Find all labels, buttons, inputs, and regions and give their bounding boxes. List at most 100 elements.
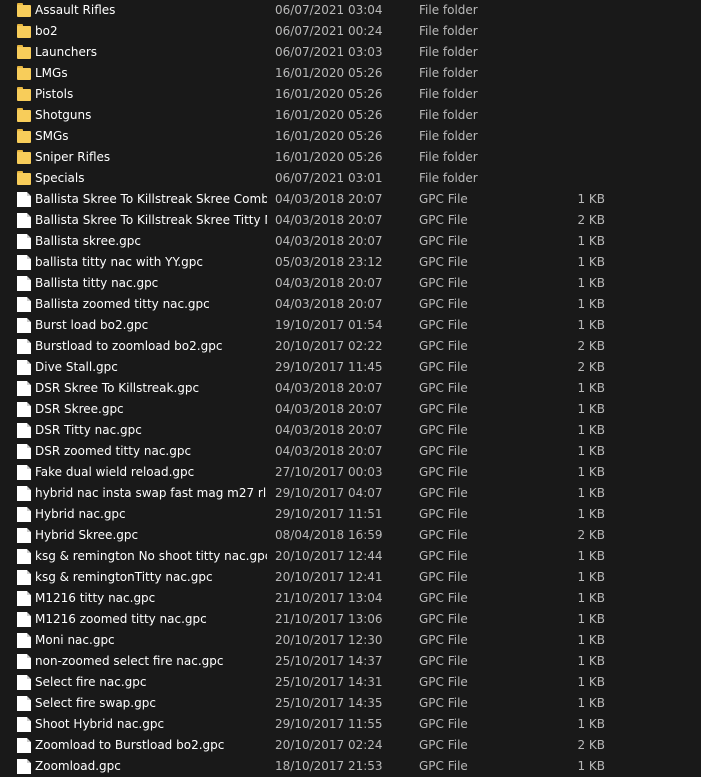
item-size: 1 KB	[577, 612, 605, 626]
item-date-modified: 04/03/2018 20:07	[275, 381, 383, 395]
item-name: Sniper Rifles	[35, 150, 111, 164]
file-row[interactable]: Burst load bo2.gpc 19/10/2017 01:54 GPC Fi…	[0, 315, 701, 336]
item-name: Specials	[35, 171, 85, 185]
item-size: 2 KB	[577, 360, 605, 374]
file-icon	[17, 549, 31, 564]
item-type: File folder	[419, 66, 478, 80]
folder-row[interactable]: SMGs 16/01/2020 05:26 File folder	[0, 126, 701, 147]
file-icon	[17, 738, 31, 753]
item-date-modified: 16/01/2020 05:26	[275, 66, 383, 80]
item-size: 1 KB	[577, 717, 605, 731]
item-date-modified: 08/04/2018 16:59	[275, 528, 383, 542]
folder-row[interactable]: Specials 06/07/2021 03:01 File folder	[0, 168, 701, 189]
file-row[interactable]: DSR Titty nac.gpc 04/03/2018 20:07 GPC Fil…	[0, 420, 701, 441]
file-row[interactable]: non-zoomed select fire nac.gpc 25/10/2017…	[0, 651, 701, 672]
file-icon	[17, 318, 31, 333]
item-type: GPC File	[419, 192, 468, 206]
folder-row[interactable]: bo2 06/07/2021 00:24 File folder	[0, 21, 701, 42]
item-type: GPC File	[419, 738, 468, 752]
file-row[interactable]: Select fire swap.gpc 25/10/2017 14:35 GPC …	[0, 693, 701, 714]
item-name: Ballista skree.gpc	[35, 234, 141, 248]
file-row[interactable]: Dive Stall.gpc 29/10/2017 11:45 GPC File 2 …	[0, 357, 701, 378]
folder-row[interactable]: Pistols 16/01/2020 05:26 File folder	[0, 84, 701, 105]
item-date-modified: 16/01/2020 05:26	[275, 129, 383, 143]
file-icon	[17, 507, 31, 522]
folder-icon	[17, 108, 31, 123]
item-name: DSR Skree.gpc	[35, 402, 124, 416]
file-row[interactable]: Moni nac.gpc 20/10/2017 12:30 GPC File 1 KB	[0, 630, 701, 651]
file-row[interactable]: Ballista Skree To Killstreak Skree Titty…	[0, 210, 701, 231]
item-type: GPC File	[419, 528, 468, 542]
item-type: GPC File	[419, 591, 468, 605]
item-date-modified: 20/10/2017 12:41	[275, 570, 383, 584]
folder-row[interactable]: Launchers 06/07/2021 03:03 File folder	[0, 42, 701, 63]
item-date-modified: 29/10/2017 11:45	[275, 360, 383, 374]
item-size: 1 KB	[577, 381, 605, 395]
item-name: ksg & remington No shoot titty nac.gpc	[35, 549, 267, 563]
folder-row[interactable]: Sniper Rifles 16/01/2020 05:26 File folder	[0, 147, 701, 168]
file-row[interactable]: Ballista skree.gpc 04/03/2018 20:07 GPC Fi…	[0, 231, 701, 252]
item-name: Select fire swap.gpc	[35, 696, 156, 710]
file-row[interactable]: Ballista titty nac.gpc 04/03/2018 20:07 GP…	[0, 273, 701, 294]
file-row[interactable]: M1216 zoomed titty nac.gpc 21/10/2017 13:…	[0, 609, 701, 630]
file-icon	[17, 402, 31, 417]
file-row[interactable]: DSR zoomed titty nac.gpc 04/03/2018 20:07…	[0, 441, 701, 462]
file-icon	[17, 465, 31, 480]
item-name: LMGs	[35, 66, 68, 80]
item-date-modified: 29/10/2017 11:55	[275, 717, 383, 731]
item-date-modified: 16/01/2020 05:26	[275, 87, 383, 101]
folder-row[interactable]: LMGs 16/01/2020 05:26 File folder	[0, 63, 701, 84]
folder-icon	[17, 24, 31, 39]
item-date-modified: 20/10/2017 02:22	[275, 339, 383, 353]
file-icon	[17, 276, 31, 291]
item-type: GPC File	[419, 381, 468, 395]
file-row[interactable]: Zoomload.gpc 18/10/2017 21:53 GPC File 1 KB	[0, 756, 701, 777]
item-size: 2 KB	[577, 528, 605, 542]
folder-icon	[17, 150, 31, 165]
folder-row[interactable]: Assault Rifles 06/07/2021 03:04 File folde…	[0, 0, 701, 21]
file-row[interactable]: ballista titty nac with YY.gpc 05/03/2018…	[0, 252, 701, 273]
file-row[interactable]: Shoot Hybrid nac.gpc 29/10/2017 11:55 GPC …	[0, 714, 701, 735]
item-name: SMGs	[35, 129, 69, 143]
file-row[interactable]: DSR Skree.gpc 04/03/2018 20:07 GPC File 1 K…	[0, 399, 701, 420]
item-name: Moni nac.gpc	[35, 633, 115, 647]
item-date-modified: 16/01/2020 05:26	[275, 150, 383, 164]
file-row[interactable]: Ballista Skree To Killstreak Skree Combo…	[0, 189, 701, 210]
item-size: 1 KB	[577, 570, 605, 584]
item-size: 1 KB	[577, 423, 605, 437]
item-size: 1 KB	[577, 444, 605, 458]
file-row[interactable]: Burstload to zoomload bo2.gpc 20/10/2017 …	[0, 336, 701, 357]
file-icon	[17, 339, 31, 354]
item-type: GPC File	[419, 423, 468, 437]
item-date-modified: 25/10/2017 14:35	[275, 696, 383, 710]
file-row[interactable]: Hybrid nac.gpc 29/10/2017 11:51 GPC File 1 …	[0, 504, 701, 525]
item-date-modified: 25/10/2017 14:37	[275, 654, 383, 668]
file-row[interactable]: DSR Skree To Killstreak.gpc 04/03/2018 20…	[0, 378, 701, 399]
item-date-modified: 21/10/2017 13:04	[275, 591, 383, 605]
file-row[interactable]: Fake dual wield reload.gpc 27/10/2017 00:…	[0, 462, 701, 483]
folder-row[interactable]: Shotguns 16/01/2020 05:26 File folder	[0, 105, 701, 126]
item-date-modified: 06/07/2021 00:24	[275, 24, 383, 38]
file-row[interactable]: ksg & remington No shoot titty nac.gpc 20…	[0, 546, 701, 567]
file-row[interactable]: M1216 titty nac.gpc 21/10/2017 13:04 GPC F…	[0, 588, 701, 609]
item-name: ksg & remingtonTitty nac.gpc	[35, 570, 213, 584]
file-row[interactable]: Ballista zoomed titty nac.gpc 04/03/2018 …	[0, 294, 701, 315]
item-date-modified: 21/10/2017 13:06	[275, 612, 383, 626]
item-date-modified: 06/07/2021 03:04	[275, 3, 383, 17]
item-name: Ballista Skree To Killstreak Skree Titty…	[35, 213, 267, 227]
item-type: GPC File	[419, 465, 468, 479]
item-type: File folder	[419, 24, 478, 38]
file-row[interactable]: Select fire nac.gpc 25/10/2017 14:31 GPC F…	[0, 672, 701, 693]
file-icon	[17, 381, 31, 396]
item-type: GPC File	[419, 339, 468, 353]
file-row[interactable]: Hybrid Skree.gpc 08/04/2018 16:59 GPC File…	[0, 525, 701, 546]
item-size: 1 KB	[577, 234, 605, 248]
file-row[interactable]: hybrid nac insta swap fast mag m27 rl na…	[0, 483, 701, 504]
item-name: Zoomload to Burstload bo2.gpc	[35, 738, 225, 752]
item-type: File folder	[419, 3, 478, 17]
file-icon	[17, 570, 31, 585]
item-date-modified: 27/10/2017 00:03	[275, 465, 383, 479]
file-row[interactable]: ksg & remingtonTitty nac.gpc 20/10/2017 1…	[0, 567, 701, 588]
file-row[interactable]: Zoomload to Burstload bo2.gpc 20/10/2017 …	[0, 735, 701, 756]
item-type: GPC File	[419, 507, 468, 521]
